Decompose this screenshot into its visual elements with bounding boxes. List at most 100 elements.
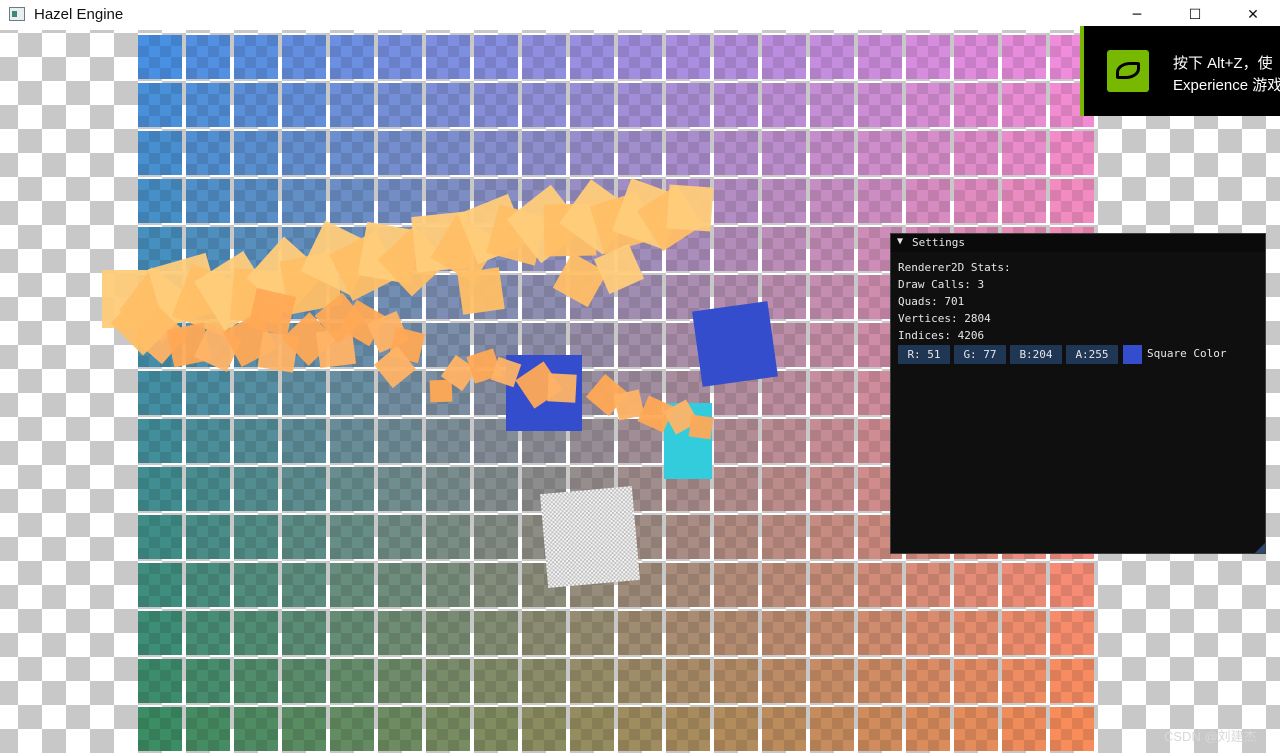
settings-title: Settings: [912, 236, 965, 249]
grid-tile: [906, 611, 950, 655]
nvidia-message-line2: Experience 游戏: [1173, 77, 1280, 94]
grid-tile: [474, 83, 518, 127]
grid-tile: [282, 515, 326, 559]
grid-tile: [330, 419, 374, 463]
grid-tile: [186, 179, 230, 223]
grid-tile: [762, 659, 806, 703]
grid-tile: [378, 563, 422, 607]
grid-tile: [282, 563, 326, 607]
grid-tile: [762, 611, 806, 655]
grid-tile: [186, 371, 230, 415]
grid-tile: [714, 611, 758, 655]
collapse-arrow-icon[interactable]: ▼: [897, 236, 903, 247]
grid-tile: [378, 419, 422, 463]
grid-tile: [234, 515, 278, 559]
particle-quad: [688, 414, 714, 440]
grid-tile: [282, 707, 326, 751]
grid-tile: [138, 467, 182, 511]
resize-grip[interactable]: [1255, 543, 1265, 553]
grid-tile: [666, 707, 710, 751]
grid-tile: [954, 83, 998, 127]
grid-tile: [570, 659, 614, 703]
grid-tile: [186, 131, 230, 175]
grid-tile: [426, 83, 470, 127]
grid-tile: [666, 659, 710, 703]
checkerboard-textured-quad: [540, 486, 640, 588]
grid-tile: [138, 131, 182, 175]
stats-heading: Renderer2D Stats:: [898, 261, 1011, 274]
grid-tile: [522, 35, 566, 79]
grid-tile: [714, 131, 758, 175]
color-r-field[interactable]: R: 51: [898, 345, 950, 364]
grid-tile: [858, 179, 902, 223]
grid-tile: [714, 515, 758, 559]
grid-tile: [186, 611, 230, 655]
grid-tile: [330, 371, 374, 415]
grid-tile: [954, 659, 998, 703]
grid-tile: [138, 419, 182, 463]
grid-tile: [858, 35, 902, 79]
grid-tile: [714, 35, 758, 79]
grid-tile: [618, 659, 662, 703]
grid-tile: [666, 563, 710, 607]
settings-panel[interactable]: ▼ Settings Renderer2D Stats: Draw Calls:…: [890, 233, 1266, 554]
color-a-field[interactable]: A:255: [1066, 345, 1118, 364]
grid-tile: [906, 83, 950, 127]
grid-tile: [282, 467, 326, 511]
grid-tile: [858, 707, 902, 751]
color-b-field[interactable]: B:204: [1010, 345, 1062, 364]
grid-tile: [810, 227, 854, 271]
grid-tile: [138, 35, 182, 79]
grid-tile: [138, 371, 182, 415]
grid-tile: [234, 131, 278, 175]
grid-tile: [714, 659, 758, 703]
particle-quad: [666, 184, 714, 232]
grid-tile: [570, 131, 614, 175]
grid-tile: [186, 707, 230, 751]
grid-tile: [1002, 659, 1046, 703]
grid-tile: [1050, 131, 1094, 175]
settings-title-bar[interactable]: ▼ Settings: [891, 234, 1265, 252]
grid-tile: [954, 35, 998, 79]
grid-tile: [570, 707, 614, 751]
grid-tile: [810, 563, 854, 607]
grid-tile: [762, 35, 806, 79]
grid-tile: [522, 131, 566, 175]
grid-tile: [330, 179, 374, 223]
grid-tile: [186, 83, 230, 127]
grid-tile: [810, 515, 854, 559]
grid-tile: [474, 563, 518, 607]
nvidia-overlay-toast[interactable]: 按下 Alt+Z，使 Experience 游戏: [1080, 26, 1280, 116]
color-g-field[interactable]: G: 77: [954, 345, 1006, 364]
grid-tile: [762, 83, 806, 127]
grid-tile: [906, 131, 950, 175]
grid-tile: [186, 659, 230, 703]
grid-tile: [426, 131, 470, 175]
grid-tile: [666, 83, 710, 127]
grid-tile: [810, 131, 854, 175]
square-color-swatch[interactable]: [1123, 345, 1142, 364]
grid-tile: [762, 419, 806, 463]
grid-tile: [810, 419, 854, 463]
grid-tile: [1050, 659, 1094, 703]
grid-tile: [330, 707, 374, 751]
grid-tile: [138, 563, 182, 607]
grid-tile: [474, 515, 518, 559]
grid-tile: [378, 515, 422, 559]
grid-tile: [282, 419, 326, 463]
grid-tile: [474, 35, 518, 79]
grid-tile: [1002, 131, 1046, 175]
grid-tile: [186, 419, 230, 463]
grid-tile: [858, 659, 902, 703]
maximize-icon: ☐: [1188, 7, 1202, 23]
grid-tile: [906, 179, 950, 223]
grid-tile: [570, 83, 614, 127]
grid-tile: [282, 371, 326, 415]
grid-tile: [1050, 179, 1094, 223]
grid-tile: [858, 563, 902, 607]
grid-tile: [714, 563, 758, 607]
grid-tile: [234, 611, 278, 655]
grid-tile: [1050, 707, 1094, 751]
particle-quad: [547, 373, 577, 403]
grid-tile: [426, 659, 470, 703]
